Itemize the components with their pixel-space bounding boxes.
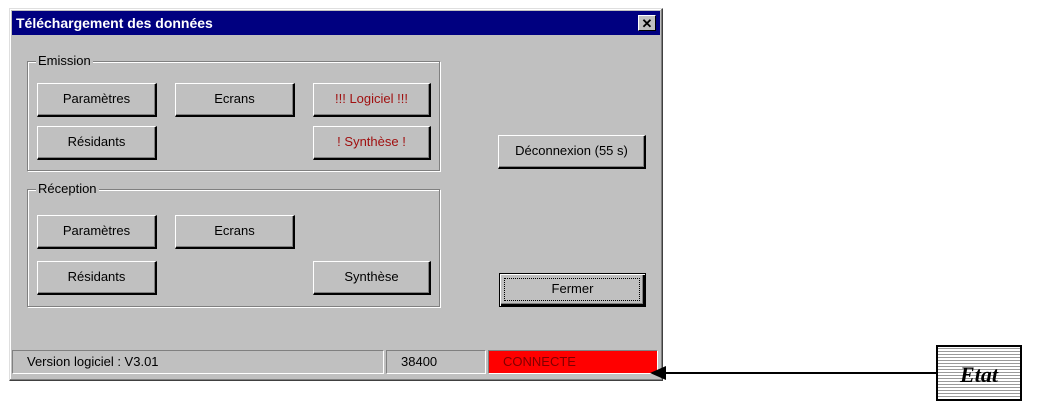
fermer-label: Fermer: [551, 281, 594, 296]
emission-legend: Emission: [36, 53, 93, 69]
emission-residants-button[interactable]: Résidants: [37, 126, 157, 160]
emission-parametres-button[interactable]: Paramètres: [37, 83, 157, 117]
status-bar: Version logiciel : V3.01 38400 CONNECTE: [12, 350, 660, 374]
connection-state-pane: CONNECTE: [488, 350, 658, 374]
emission-logiciel-button[interactable]: !!! Logiciel !!!: [313, 83, 431, 117]
baud-pane: 38400: [386, 350, 486, 374]
emission-group: Emission Paramètres Ecrans !!! Logiciel …: [27, 53, 440, 171]
reception-residants-button[interactable]: Résidants: [37, 261, 157, 295]
etat-callout: Etat: [936, 345, 1022, 401]
emission-ecrans-button[interactable]: Ecrans: [175, 83, 295, 117]
window-title: Téléchargement des données: [16, 15, 213, 31]
reception-ecrans-button[interactable]: Ecrans: [175, 215, 295, 249]
dialog-window: Téléchargement des données ✕ Emission Pa…: [9, 8, 663, 381]
fermer-button[interactable]: Fermer: [499, 273, 646, 307]
emission-synthese-button[interactable]: ! Synthèse !: [313, 126, 431, 160]
reception-legend: Réception: [36, 181, 99, 197]
reception-group: Réception Paramètres Ecrans Résidants Sy…: [27, 181, 440, 307]
etat-label: Etat: [960, 362, 998, 387]
title-bar[interactable]: Téléchargement des données ✕: [12, 11, 660, 35]
version-pane: Version logiciel : V3.01: [12, 350, 384, 374]
deconnexion-button[interactable]: Déconnexion (55 s): [498, 135, 646, 169]
reception-synthese-button[interactable]: Synthèse: [313, 261, 431, 295]
reception-parametres-button[interactable]: Paramètres: [37, 215, 157, 249]
annotation-arrow: [664, 372, 936, 374]
close-icon[interactable]: ✕: [638, 15, 656, 31]
